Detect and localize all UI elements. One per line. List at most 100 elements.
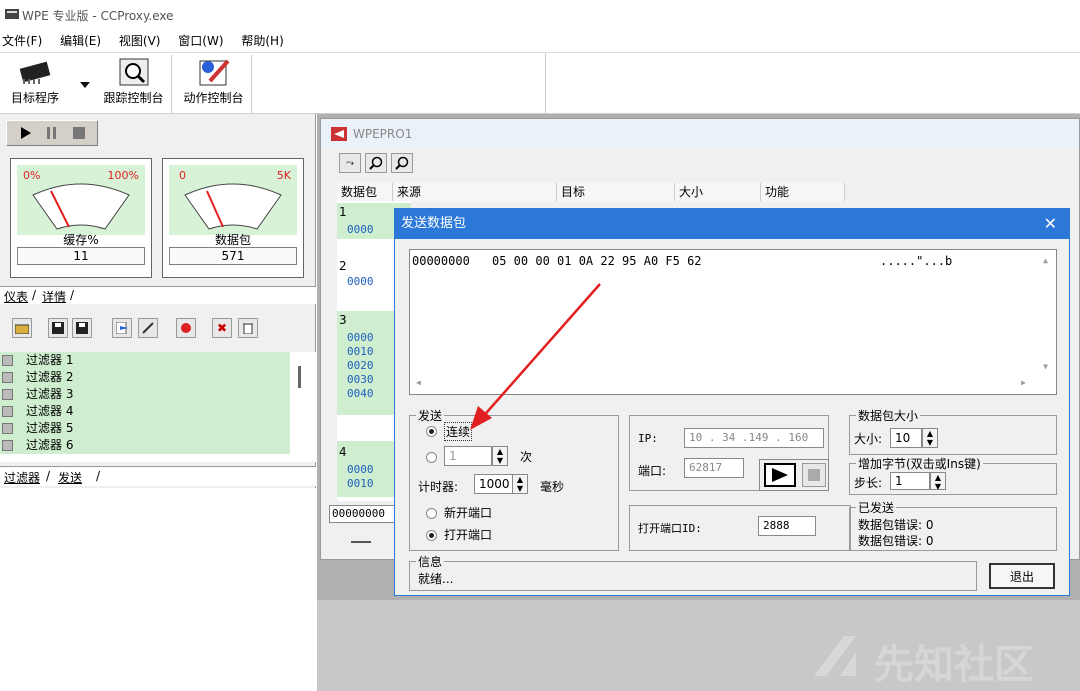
times-unit: 次 <box>520 450 533 464</box>
close-icon[interactable]: ✕ <box>1044 214 1057 233</box>
target-program-button[interactable]: 目标程序 <box>4 55 66 113</box>
menu-bar: 文件(F) 编辑(E) 视图(V) 窗口(W) 帮助(H) <box>0 30 1080 52</box>
menu-edit[interactable]: 编辑(E) <box>60 34 101 48</box>
continuous-radio[interactable] <box>426 426 437 437</box>
tab-meter[interactable]: 仪表 <box>4 288 28 305</box>
packet-offset: 0000 <box>347 331 374 344</box>
scroll-right-icon[interactable]: ▶ <box>1021 378 1026 387</box>
packet-offset: 0010 <box>347 477 374 490</box>
horizontal-scroll-thumb[interactable] <box>351 541 371 543</box>
watermark: 先知社区 <box>810 626 1070 688</box>
tab-filter[interactable]: 过滤器 <box>4 469 40 486</box>
new-port-radio[interactable] <box>426 508 437 519</box>
timer-label: 计时器: <box>418 480 459 494</box>
timer-input[interactable]: 1000 <box>474 474 514 494</box>
filter-checkbox[interactable] <box>2 423 13 434</box>
menu-window[interactable]: 窗口(W) <box>178 34 223 48</box>
magnifier-console-icon <box>116 57 152 87</box>
play-icon[interactable] <box>21 127 31 139</box>
column-header-packet[interactable]: 数据包 <box>337 183 393 201</box>
trash-icon[interactable] <box>238 318 258 338</box>
filter-label: 过滤器 3 <box>26 387 74 401</box>
size-input[interactable]: 10 <box>890 428 922 448</box>
timer-stepper[interactable]: ▲ ▼ <box>512 474 528 494</box>
action-console-button[interactable]: 动作控制台 <box>176 55 252 113</box>
column-header-source[interactable]: 来源 <box>393 183 557 201</box>
trace-console-button[interactable]: 跟踪控制台 <box>96 55 172 113</box>
timer-unit: 毫秒 <box>540 480 565 494</box>
column-header-function[interactable]: 功能 <box>761 183 845 201</box>
filter-item[interactable]: 过滤器 5 <box>0 420 290 437</box>
filter-item[interactable]: 过滤器 1 <box>0 352 290 369</box>
buffer-gauge: 0% 100% 缓存% 11 <box>10 158 152 278</box>
toggle-on-icon[interactable] <box>176 318 196 338</box>
new-port-label[interactable]: 新开端口 <box>444 504 492 521</box>
packet-detail-field[interactable]: 00000000 <box>329 505 397 523</box>
edit-pencil-icon[interactable] <box>138 318 158 338</box>
sent-group: 已发送 数据包错误: 0 数据包错误: 0 <box>849 499 1057 551</box>
group-title: 信息 <box>416 553 445 570</box>
save-as-icon[interactable] <box>72 318 92 338</box>
filter-checkbox[interactable] <box>2 355 13 366</box>
dropdown-arrow-icon[interactable] <box>80 79 90 88</box>
step-icon[interactable]: ⤳ <box>339 153 361 173</box>
filter-checkbox[interactable] <box>2 440 13 451</box>
packet-offset: 0000 <box>347 463 374 476</box>
hex-ascii: ....."...b <box>880 254 953 268</box>
pause-icon[interactable] <box>47 127 57 139</box>
size-stepper[interactable]: ▲ ▼ <box>922 428 938 448</box>
times-stepper[interactable]: ▲ ▼ <box>492 446 508 466</box>
search-next-icon[interactable] <box>391 153 413 173</box>
tab-send[interactable]: 发送 <box>58 469 82 486</box>
import-icon[interactable] <box>112 318 132 338</box>
save-icon[interactable] <box>48 318 68 338</box>
filter-label: 过滤器 4 <box>26 404 74 418</box>
send-controls <box>759 459 829 491</box>
filter-checkbox[interactable] <box>2 372 13 383</box>
window-title: WPE 专业版 - CCProxy.exe <box>22 9 174 23</box>
port-label: 端口: <box>638 464 667 478</box>
filter-scrollbar[interactable] <box>298 366 301 388</box>
open-port-label[interactable]: 打开端口 <box>444 526 492 543</box>
gauge-value: 571 <box>169 247 297 265</box>
menu-view[interactable]: 视图(V) <box>119 34 161 48</box>
tab-details[interactable]: 详情 <box>42 288 66 305</box>
exit-button[interactable]: 退出 <box>989 563 1055 589</box>
stop-icon[interactable] <box>73 127 85 139</box>
packet-offset: 0000 <box>347 275 374 288</box>
scroll-down-icon[interactable]: ▼ <box>1043 362 1048 371</box>
ip-label: IP: <box>638 432 658 445</box>
filter-item[interactable]: 过滤器 6 <box>0 437 290 454</box>
open-port-radio[interactable] <box>426 530 437 541</box>
times-input[interactable]: 1 <box>444 446 492 466</box>
delete-x-icon[interactable]: ✖ <box>212 318 232 338</box>
sent-error-line: 数据包错误: 0 <box>858 518 934 532</box>
step-stepper[interactable]: ▲ ▼ <box>930 472 946 491</box>
gauge-label: 缓存% <box>63 233 99 247</box>
ip-input[interactable]: 10 . 34 .149 . 160 <box>684 428 824 448</box>
send-play-button[interactable] <box>764 463 796 487</box>
gauge-face: 0% 100% <box>17 165 145 235</box>
open-port-id-label: 打开端口ID: <box>638 522 702 535</box>
filter-checkbox[interactable] <box>2 406 13 417</box>
scroll-left-icon[interactable]: ◀ <box>416 378 421 387</box>
toolbar-divider <box>545 53 546 113</box>
filter-item[interactable]: 过滤器 4 <box>0 403 290 420</box>
filter-item[interactable]: 过滤器 2 <box>0 369 290 386</box>
step-input[interactable]: 1 <box>890 472 930 490</box>
column-header-size[interactable]: 大小 <box>675 183 761 201</box>
menu-help[interactable]: 帮助(H) <box>241 34 283 48</box>
port-input[interactable]: 62817 <box>684 458 744 478</box>
send-stop-button[interactable] <box>802 463 826 487</box>
times-radio[interactable] <box>426 452 437 463</box>
filter-item[interactable]: 过滤器 3 <box>0 386 290 403</box>
search-icon[interactable] <box>365 153 387 173</box>
filter-checkbox[interactable] <box>2 389 13 400</box>
packet-size-group: 数据包大小 大小: 10 ▲ ▼ <box>849 407 1057 455</box>
open-folder-icon[interactable] <box>12 318 32 338</box>
size-label: 大小: <box>854 432 883 446</box>
scroll-up-icon[interactable]: ▲ <box>1043 256 1048 265</box>
filter-label: 过滤器 5 <box>26 421 74 435</box>
column-header-target[interactable]: 目标 <box>557 183 675 201</box>
menu-file[interactable]: 文件(F) <box>2 34 42 48</box>
